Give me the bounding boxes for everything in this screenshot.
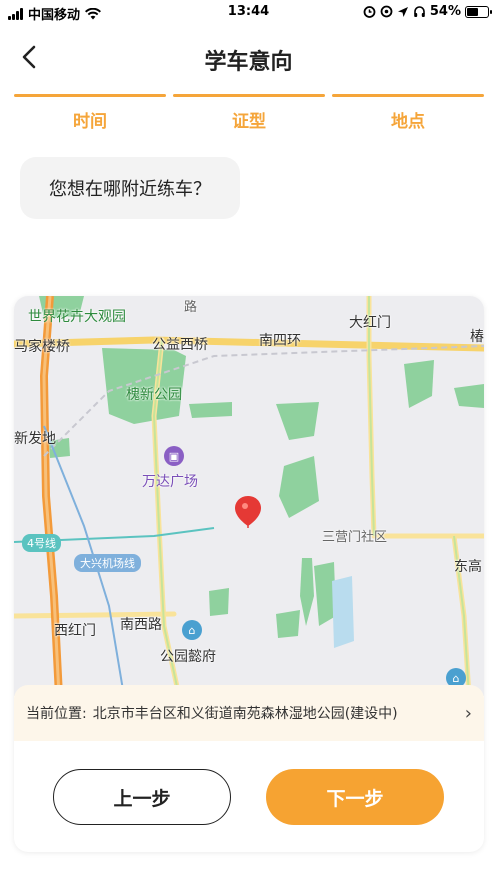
map-label: 4号线 <box>22 534 61 552</box>
next-step-button[interactable]: 下一步 <box>266 769 444 825</box>
alarm-icon <box>363 6 376 18</box>
residence-icon: ⌂ <box>182 620 202 640</box>
screen-lock-icon <box>380 5 393 18</box>
map-label: 马家楼桥 <box>14 339 70 355</box>
map-card: 世界花卉大观园 路 马家楼桥 公益西桥 南四环 大红门 椿 槐新公园 新发地 ▣… <box>14 296 484 852</box>
map-label: 世界花卉大观园 <box>28 309 126 325</box>
step-location[interactable]: 地点 <box>332 94 484 132</box>
map-label: 东高 <box>454 559 482 575</box>
status-right: 54% <box>363 4 492 19</box>
shopping-icon: ▣ <box>164 446 184 466</box>
step-bar <box>173 94 325 97</box>
step-label: 地点 <box>391 112 425 132</box>
map-label: 公园懿府 <box>160 649 216 665</box>
map-label: 大兴机场线 <box>74 554 141 572</box>
map-pin-icon <box>235 496 261 528</box>
progress-steps: 时间 证型 地点 <box>14 94 484 132</box>
status-bar: 中国移动 13:44 54% <box>0 0 497 24</box>
page-title: 学车意向 <box>204 50 293 75</box>
current-location-bar[interactable]: 当前位置: 北京市丰台区和义街道南苑森林湿地公园(建设中) › <box>14 685 484 741</box>
battery-icon <box>465 5 492 18</box>
map-label: 椿 <box>470 329 484 345</box>
location-address: 北京市丰台区和义街道南苑森林湿地公园(建设中) <box>92 706 398 722</box>
step-license-type[interactable]: 证型 <box>173 94 325 132</box>
map-view[interactable]: 世界花卉大观园 路 马家楼桥 公益西桥 南四环 大红门 椿 槐新公园 新发地 ▣… <box>14 296 484 696</box>
step-label: 时间 <box>73 112 107 132</box>
step-label: 证型 <box>232 112 266 132</box>
map-label: 槐新公园 <box>126 387 182 403</box>
question-bubble: 您想在哪附近练车？ <box>20 157 240 219</box>
map-label: 路 <box>184 300 198 315</box>
location-arrow-icon <box>397 6 408 17</box>
map-label: 新发地 <box>14 431 56 447</box>
map-label: 南四环 <box>259 333 301 349</box>
nav-bar: 学车意向 <box>0 36 497 80</box>
map-label: 南西路 <box>120 617 162 633</box>
map-label: 大红门 <box>349 315 391 331</box>
step-time[interactable]: 时间 <box>14 94 166 132</box>
map-label: 万达广场 <box>142 474 198 490</box>
battery-percent: 54% <box>429 4 461 19</box>
location-prefix: 当前位置: <box>26 706 87 722</box>
chevron-right-icon: › <box>464 702 472 724</box>
map-label: 西红门 <box>54 623 96 639</box>
map-label: 三营门社区 <box>322 530 388 545</box>
previous-step-button[interactable]: 上一步 <box>53 769 231 825</box>
step-bar <box>14 94 166 97</box>
map-label: 公益西桥 <box>152 337 208 353</box>
headphones-icon <box>414 6 425 17</box>
step-bar <box>332 94 484 97</box>
